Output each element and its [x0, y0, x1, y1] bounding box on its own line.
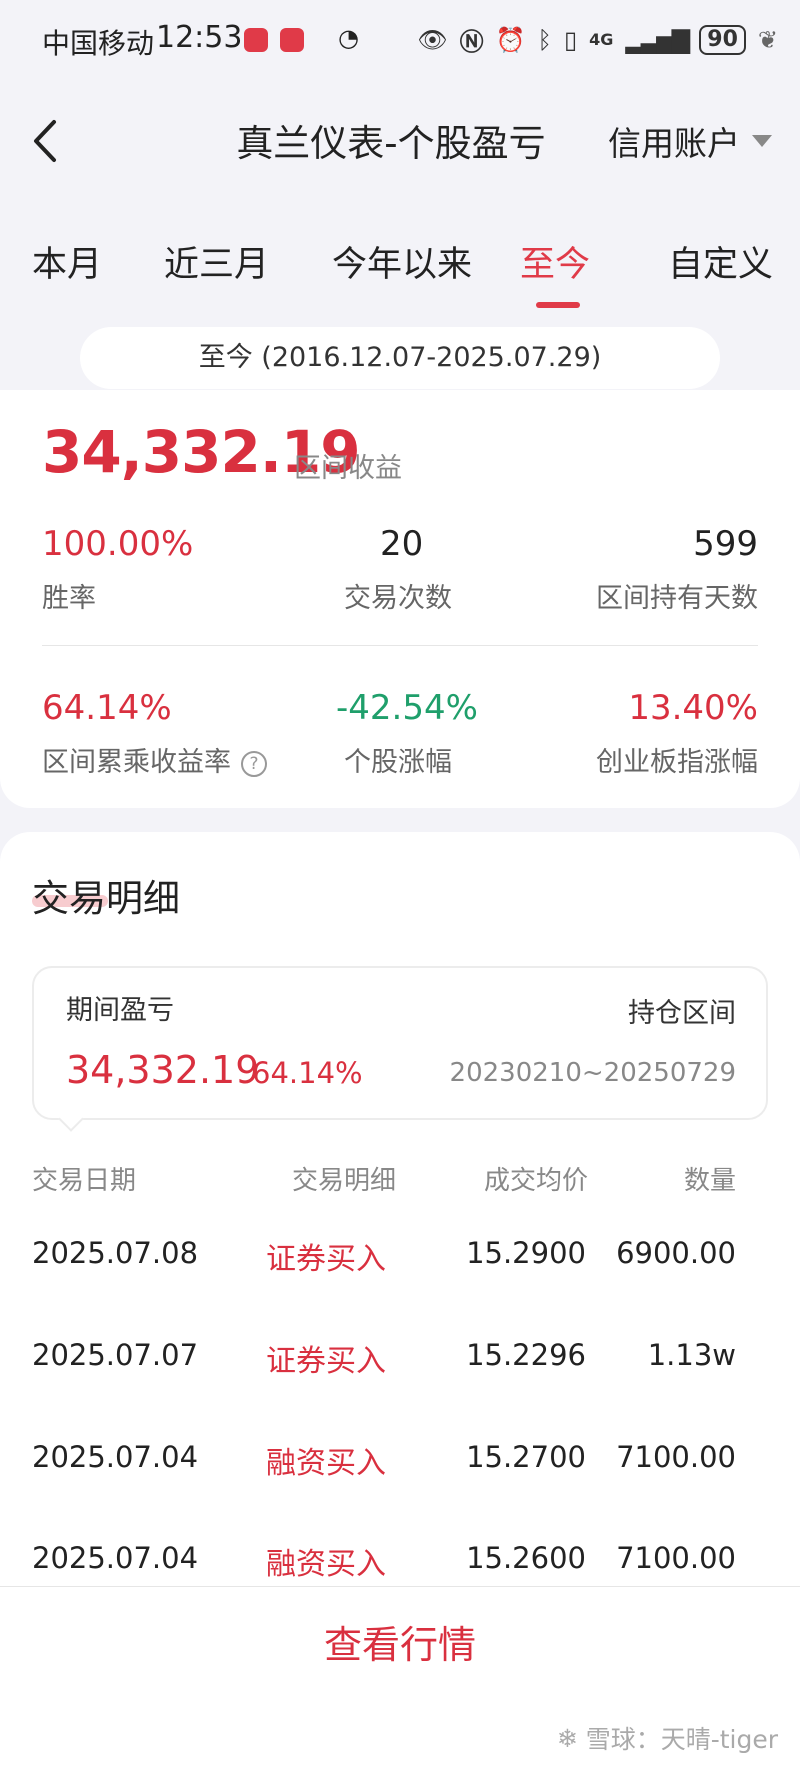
- index-change-label: 创业板指涨幅: [596, 747, 758, 778]
- stock-change-value: -42.54%: [336, 688, 478, 728]
- column-header-date: 交易日期: [32, 1166, 137, 1196]
- row-price: 15.2700: [466, 1440, 586, 1474]
- vibrate-icon: ▯: [563, 25, 578, 54]
- trade-detail-title: 交易明细: [32, 877, 180, 920]
- battery-indicator: 90: [699, 24, 746, 55]
- period-profit-value: 34,332.19: [66, 1048, 260, 1092]
- chevron-down-icon: [752, 135, 772, 147]
- period-return-rate: 64.14%: [252, 1056, 363, 1090]
- app-notification-icon: [244, 28, 268, 52]
- snowball-logo-icon: ❄: [556, 1723, 578, 1753]
- tab-custom[interactable]: 自定义: [668, 236, 773, 287]
- app-notification-icon: [280, 28, 304, 52]
- column-header-detail: 交易明细: [292, 1166, 397, 1196]
- stock-change-label: 个股涨幅: [344, 747, 452, 778]
- status-bar: 中国移动 12:53 ◔ 👁 Ⓝ ⏰ ᛒ ▯ 4G ▂▃▅▇ 90 ❦: [0, 0, 800, 82]
- bluetooth-icon: ᛒ: [537, 25, 552, 54]
- tab-to-date[interactable]: 至今: [520, 236, 590, 287]
- win-rate-label: 胜率: [42, 583, 96, 614]
- carrier-name: 中国移动: [42, 27, 155, 60]
- row-action: 融资买入: [266, 1547, 386, 1582]
- leaf-icon: ❦: [757, 25, 778, 54]
- nfc-icon: Ⓝ: [459, 28, 484, 56]
- tab-year-to-date[interactable]: 今年以来: [332, 236, 472, 287]
- hold-days-label: 区间持有天数: [596, 583, 758, 614]
- tab-this-month[interactable]: 本月: [32, 236, 102, 287]
- row-quantity: 1.13w: [647, 1338, 736, 1372]
- summary-divider: [42, 645, 758, 646]
- account-selector[interactable]: 信用账户: [608, 117, 772, 165]
- status-icons: 👁 Ⓝ ⏰ ᛒ ▯ 4G ▂▃▅▇ 90 ❦: [417, 22, 778, 57]
- cumulative-return-label: 区间累乘收益率?: [42, 740, 267, 779]
- column-header-price: 成交均价: [484, 1166, 589, 1196]
- index-change-value: 13.40%: [628, 688, 758, 728]
- network-type: 4G: [589, 30, 614, 49]
- trade-count-value: 20: [380, 524, 424, 564]
- date-range-pill: 至今 (2016.12.07-2025.07.29): [80, 327, 720, 389]
- alarm-icon: ⏰: [495, 25, 526, 54]
- win-rate-value: 100.00%: [42, 524, 194, 564]
- data-saver-icon: ◔: [338, 24, 359, 52]
- cumulative-return-value: 64.14%: [42, 688, 172, 728]
- period-profit-label: 期间盈亏: [66, 995, 174, 1026]
- help-icon[interactable]: ?: [241, 751, 267, 777]
- status-time: 12:53: [156, 20, 243, 55]
- row-quantity: 7100.00: [616, 1440, 736, 1474]
- row-quantity: 7100.00: [616, 1541, 736, 1575]
- hold-range-value: 20230210~20250729: [449, 1058, 736, 1088]
- row-price: 15.2296: [466, 1338, 586, 1372]
- signal-icon: ▂▃▅▇: [625, 25, 690, 54]
- active-tab-indicator: [536, 302, 580, 308]
- tab-last-three-months[interactable]: 近三月: [164, 236, 269, 287]
- hold-days-value: 599: [693, 524, 758, 564]
- row-date: 2025.07.07: [32, 1338, 199, 1372]
- row-date: 2025.07.04: [32, 1541, 199, 1575]
- row-quantity: 6900.00: [616, 1236, 736, 1270]
- trade-detail-card: [0, 832, 800, 1592]
- hold-range-label: 持仓区间: [628, 998, 736, 1029]
- view-market-button[interactable]: 查看行情: [0, 1614, 800, 1669]
- watermark: ❄ 雪球：天晴-tiger: [557, 1720, 778, 1756]
- trade-count-label: 交易次数: [344, 583, 452, 614]
- row-price: 15.2900: [466, 1236, 586, 1270]
- interval-profit-label: 区间收益: [294, 453, 402, 484]
- row-date: 2025.07.08: [32, 1236, 199, 1270]
- row-date: 2025.07.04: [32, 1440, 199, 1474]
- eye-icon: 👁: [417, 25, 448, 54]
- watermark-text: 雪球：天晴-tiger: [585, 1725, 778, 1754]
- account-label: 信用账户: [608, 124, 740, 163]
- row-action: 证券买入: [266, 1344, 386, 1379]
- row-action: 证券买入: [266, 1242, 386, 1277]
- column-header-quantity: 数量: [683, 1166, 736, 1196]
- row-price: 15.2600: [466, 1541, 586, 1575]
- row-action: 融资买入: [266, 1446, 386, 1481]
